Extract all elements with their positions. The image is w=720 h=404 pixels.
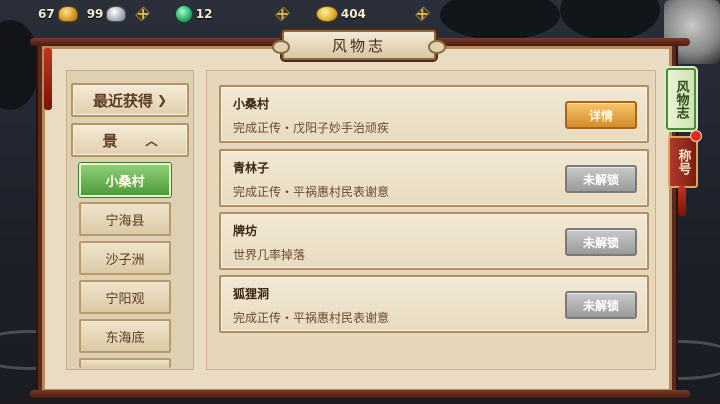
- entry-name: 小桑村: [233, 97, 270, 111]
- jade-value: 12: [195, 7, 213, 21]
- category-sidebar: 最近获得 ❯ 景 ︿ 小桑村 宁海县 沙子洲 宁阳观 东海底: [66, 70, 194, 370]
- sidebar-item-label: 宁阳观: [105, 291, 145, 307]
- tassel-ornament: [44, 48, 52, 110]
- sidebar-item-donghaidi[interactable]: 东海底: [79, 319, 171, 353]
- sidebar-item-shaziozhou[interactable]: 沙子洲: [79, 241, 171, 275]
- locked-button[interactable]: 未解锁: [565, 291, 637, 319]
- recent-category-button[interactable]: 最近获得 ❯: [71, 83, 189, 117]
- page-title: 风物志: [272, 30, 446, 60]
- scroll-bottom-rod: [30, 390, 690, 398]
- list-item: 狐狸洞 完成正传・平祸惠村民表谢意 未解锁: [219, 275, 649, 333]
- sidebar-item-label: 东海底: [105, 330, 145, 346]
- details-button[interactable]: 详情: [565, 101, 637, 129]
- list-item: 小桑村 完成正传・戊阳子妙手治顽疾 详情: [219, 85, 649, 143]
- entry-description: 完成正传・平祸惠村民表谢意: [233, 185, 390, 199]
- gold-coin-icon: [316, 7, 337, 21]
- entry-name: 青林子: [233, 161, 270, 175]
- add-currency-button[interactable]: +: [135, 5, 150, 23]
- locked-button[interactable]: 未解锁: [565, 228, 637, 256]
- entry-name: 牌坊: [233, 224, 258, 238]
- list-item: 牌坊 世界几率掉落 未解锁: [219, 212, 649, 270]
- recent-category-label: 最近获得: [92, 91, 153, 110]
- gold-ingot-icon: [58, 7, 77, 21]
- add-gold-button[interactable]: +: [415, 5, 430, 23]
- sidebar-item-label: 小桑村: [105, 174, 145, 190]
- gold-coin-currency: 404: [316, 2, 366, 26]
- entry-list: 小桑村 完成正传・戊阳子妙手治顽疾 详情 青林子 完成正传・平祸惠村民表谢意 未…: [206, 70, 656, 370]
- scene-category-label: 景: [102, 131, 118, 150]
- tab-fengwuzhi[interactable]: 风物志: [666, 68, 696, 130]
- entry-description: 完成正传・戊阳子妙手治顽疾: [233, 121, 390, 135]
- gold-coin-value: 404: [340, 7, 366, 21]
- currency-bar: 67 99 + 12 + 404 +: [38, 0, 430, 28]
- sidebar-item-label: 宁海县: [105, 213, 145, 229]
- sidebar-item-label: 沙子洲: [105, 252, 145, 268]
- tassel-ornament: [678, 186, 686, 216]
- silver-ingot-value: 99: [86, 7, 104, 21]
- silver-ingot-currency: 99: [87, 2, 126, 26]
- chevron-up-icon: ︿: [145, 133, 158, 148]
- add-jade-button[interactable]: +: [275, 5, 290, 23]
- sidebar-item-ninghaixian[interactable]: 宁海县: [79, 202, 171, 236]
- list-item: 青林子 完成正传・平祸惠村民表谢意 未解锁: [219, 149, 649, 207]
- chevron-down-icon: ❯: [156, 93, 168, 107]
- locked-button[interactable]: 未解锁: [565, 165, 637, 193]
- entry-name: 狐狸洞: [233, 287, 270, 301]
- silver-ingot-icon: [107, 7, 126, 21]
- gold-ingot-currency: 67: [38, 2, 77, 26]
- jade-icon: [175, 6, 192, 22]
- sidebar-item-ningyangguan[interactable]: 宁阳观: [79, 280, 171, 314]
- jade-currency: 12: [175, 2, 213, 26]
- tab-title[interactable]: 称号: [668, 136, 698, 188]
- entry-description: 完成正传・平祸惠村民表谢意: [233, 311, 390, 325]
- notification-dot: [690, 130, 702, 142]
- gold-ingot-value: 67: [38, 7, 55, 21]
- sidebar-item-xiaosangcun[interactable]: 小桑村: [79, 163, 171, 197]
- scene-sublist: 小桑村 宁海县 沙子洲 宁阳观 东海底: [79, 163, 175, 373]
- entry-description: 世界几率掉落: [233, 248, 306, 262]
- sidebar-item-partial[interactable]: [79, 358, 171, 368]
- scene-category-button[interactable]: 景 ︿: [71, 123, 189, 157]
